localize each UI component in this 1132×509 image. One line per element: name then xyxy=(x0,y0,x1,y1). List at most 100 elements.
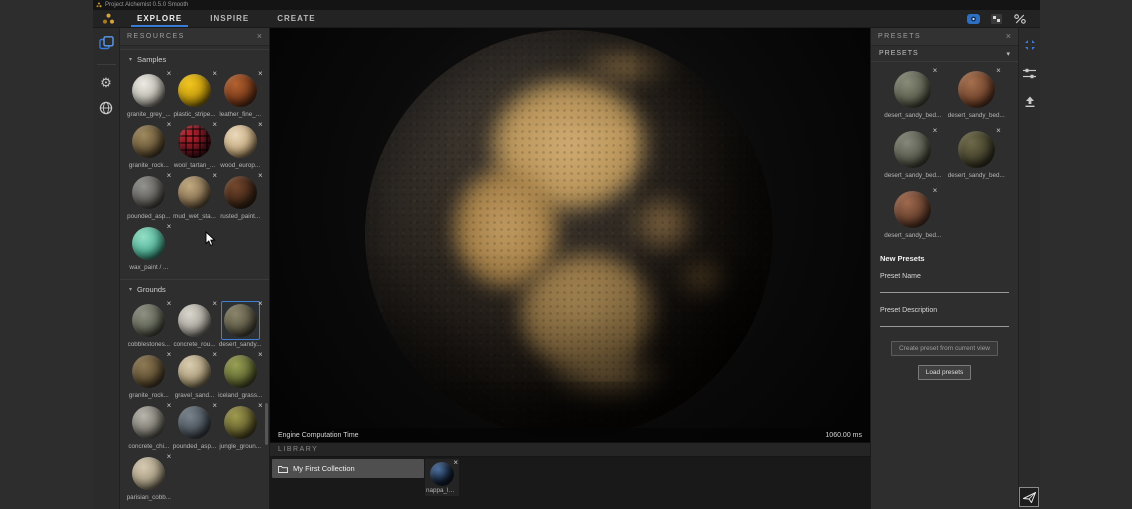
library-item[interactable]: ×nappa_leathe... xyxy=(425,459,459,496)
preset-item-sphere[interactable] xyxy=(894,71,931,108)
preset-item[interactable]: ×desert_sandy_bed... xyxy=(881,186,945,240)
material-item[interactable]: ×mud_wet_sta... xyxy=(172,171,218,221)
material-sphere-3d-preview[interactable] xyxy=(365,30,773,438)
remove-item-icon[interactable]: × xyxy=(258,70,263,78)
close-presets-icon[interactable]: × xyxy=(1006,32,1011,41)
preset-description-input[interactable] xyxy=(880,317,1009,327)
remove-item-icon[interactable]: × xyxy=(167,70,172,78)
material-item[interactable]: ×desert_sandy... xyxy=(217,299,263,349)
remove-item-icon[interactable]: × xyxy=(453,459,458,467)
material-item-sphere[interactable] xyxy=(178,74,211,107)
remove-item-icon[interactable]: × xyxy=(996,67,1001,75)
material-item[interactable]: ×granite_grey_... xyxy=(126,69,172,119)
remove-item-icon[interactable]: × xyxy=(167,453,172,461)
material-item-sphere[interactable] xyxy=(132,406,165,439)
material-item[interactable]: ×gravel_sand... xyxy=(172,350,218,400)
preset-item-sphere[interactable] xyxy=(958,131,995,168)
remove-item-icon[interactable]: × xyxy=(212,351,217,359)
material-item[interactable]: ×granite_rock... xyxy=(126,350,172,400)
create-preset-button[interactable]: Create preset from current view xyxy=(891,341,998,356)
material-item[interactable]: ×wood_europ... xyxy=(217,120,263,170)
library-item-sphere[interactable] xyxy=(430,462,454,486)
material-item-sphere[interactable] xyxy=(132,355,165,388)
material-item[interactable]: ×iceland_grass... xyxy=(217,350,263,400)
remove-item-icon[interactable]: × xyxy=(167,172,172,180)
tab-create[interactable]: CREATE xyxy=(263,10,329,27)
remove-item-icon[interactable]: × xyxy=(212,70,217,78)
material-item[interactable]: ×pounded_asp... xyxy=(126,171,172,221)
preset-item[interactable]: ×desert_sandy_bed... xyxy=(881,66,945,120)
material-item-sphere[interactable] xyxy=(178,125,211,158)
preset-name-input[interactable] xyxy=(880,283,1009,293)
material-item[interactable]: ×wool_tartan_... xyxy=(172,120,218,170)
remove-item-icon[interactable]: × xyxy=(996,127,1001,135)
material-item[interactable]: ×rusted_paint... xyxy=(217,171,263,221)
remove-item-icon[interactable]: × xyxy=(258,172,263,180)
material-item[interactable]: ×concrete_rou... xyxy=(172,299,218,349)
remove-item-icon[interactable]: × xyxy=(167,223,172,231)
preset-item[interactable]: ×desert_sandy_bed... xyxy=(945,66,1009,120)
refresh-view-icon[interactable] xyxy=(1023,38,1037,57)
preset-item-sphere[interactable] xyxy=(894,131,931,168)
remove-item-icon[interactable]: × xyxy=(258,351,263,359)
remove-item-icon[interactable]: × xyxy=(933,187,938,195)
material-item-sphere[interactable] xyxy=(132,74,165,107)
remove-item-icon[interactable]: × xyxy=(933,127,938,135)
material-item[interactable]: ×leather_fine_... xyxy=(217,69,263,119)
material-item-sphere[interactable] xyxy=(132,227,165,260)
material-item[interactable]: ×parisian_cobb... xyxy=(126,452,172,502)
layout-grid-icon[interactable] xyxy=(990,13,1003,24)
material-item-sphere[interactable] xyxy=(224,125,257,158)
remove-item-icon[interactable]: × xyxy=(167,351,172,359)
settings-gear-icon[interactable]: ⚙ xyxy=(100,74,112,92)
preset-item-sphere[interactable] xyxy=(894,191,931,228)
material-item-sphere[interactable] xyxy=(132,457,165,490)
material-item-sphere[interactable] xyxy=(178,406,211,439)
section-header-samples[interactable]: ▾Samples xyxy=(120,50,269,67)
close-resources-icon[interactable]: × xyxy=(257,32,262,41)
capture-icon[interactable] xyxy=(967,13,980,24)
load-presets-button[interactable]: Load presets xyxy=(918,365,972,380)
preset-item[interactable]: ×desert_sandy_bed... xyxy=(881,126,945,180)
send-feedback-button[interactable] xyxy=(1019,487,1039,507)
material-item[interactable]: ×cobblestones... xyxy=(126,299,172,349)
remove-item-icon[interactable]: × xyxy=(212,402,217,410)
remove-item-icon[interactable]: × xyxy=(212,172,217,180)
material-item[interactable]: ×plastic_stripe... xyxy=(172,69,218,119)
tab-inspire[interactable]: INSPIRE xyxy=(196,10,263,27)
material-item-sphere[interactable] xyxy=(178,176,211,209)
remove-item-icon[interactable]: × xyxy=(258,402,263,410)
material-item-sphere[interactable] xyxy=(224,355,257,388)
remove-item-icon[interactable]: × xyxy=(167,300,172,308)
material-item-sphere[interactable] xyxy=(224,304,257,337)
resources-scrollbar[interactable] xyxy=(265,403,268,445)
preset-item[interactable]: ×desert_sandy_bed... xyxy=(945,126,1009,180)
remove-item-icon[interactable]: × xyxy=(167,121,172,129)
preset-item-sphere[interactable] xyxy=(958,71,995,108)
material-item-sphere[interactable] xyxy=(178,355,211,388)
material-item-sphere[interactable] xyxy=(132,304,165,337)
material-item-sphere[interactable] xyxy=(224,74,257,107)
material-item[interactable]: ×granite_rock... xyxy=(126,120,172,170)
material-item[interactable]: ×jungle_groun... xyxy=(217,401,263,451)
material-item-sphere[interactable] xyxy=(132,176,165,209)
viewport-3d[interactable]: Engine Computation Time 1060.00 ms xyxy=(270,28,870,442)
library-collection-item[interactable]: My First Collection xyxy=(272,459,424,478)
material-item[interactable]: ×pounded_asp... xyxy=(172,401,218,451)
display-settings-icon[interactable] xyxy=(1023,67,1036,85)
materials-panel-icon[interactable] xyxy=(99,36,114,55)
share-icon[interactable] xyxy=(1013,13,1026,24)
environment-sphere-icon[interactable] xyxy=(99,101,113,120)
material-item[interactable]: ×wax_paint / ... xyxy=(126,222,172,272)
app-logo[interactable] xyxy=(93,10,123,27)
material-item-sphere[interactable] xyxy=(132,125,165,158)
presets-group-header[interactable]: PRESETS ▾ xyxy=(871,46,1018,62)
remove-item-icon[interactable]: × xyxy=(258,300,263,308)
remove-item-icon[interactable]: × xyxy=(167,402,172,410)
material-item-sphere[interactable] xyxy=(178,304,211,337)
remove-item-icon[interactable]: × xyxy=(212,121,217,129)
tab-explore[interactable]: EXPLORE xyxy=(123,10,196,27)
export-upload-icon[interactable] xyxy=(1024,95,1036,113)
remove-item-icon[interactable]: × xyxy=(212,300,217,308)
section-header-grounds[interactable]: ▾Grounds xyxy=(120,280,269,297)
